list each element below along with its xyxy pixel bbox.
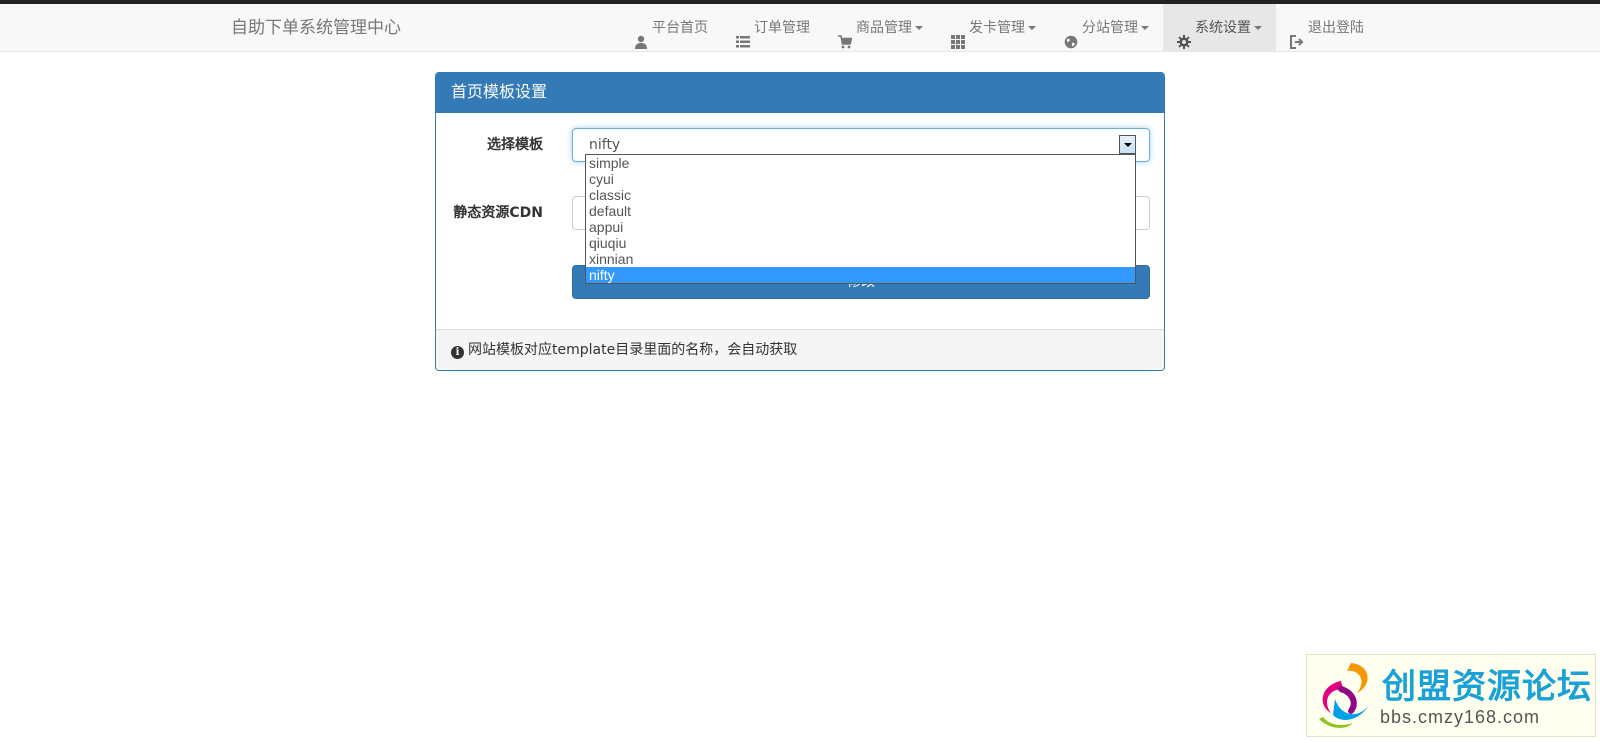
nav-item-home[interactable]: 平台首页 <box>620 4 722 52</box>
globe-icon <box>1064 21 1078 49</box>
nav-item-orders[interactable]: 订单管理 <box>722 4 824 52</box>
nav-item-settings[interactable]: 系统设置 <box>1163 4 1276 52</box>
template-label: 选择模板 <box>487 137 543 153</box>
watermark-logo-icon <box>1319 663 1369 728</box>
brand-title[interactable]: 自助下单系统管理中心 <box>231 4 401 52</box>
panel-footer: i 网站模板对应template目录里面的名称，会自动获取 <box>436 329 1164 370</box>
chevron-down-icon <box>1141 26 1149 30</box>
info-icon: i <box>451 346 464 359</box>
nav-menu: 平台首页 订单管理 商品管理 发卡管理 分站管理 系统设置 退出登陆 <box>620 4 1378 52</box>
watermark-title: 创盟资源论坛 <box>1382 667 1592 707</box>
list-icon <box>736 21 750 48</box>
logout-icon <box>1290 21 1304 49</box>
nav-item-substations[interactable]: 分站管理 <box>1050 4 1163 52</box>
footer-note: 网站模板对应template目录里面的名称，会自动获取 <box>468 342 798 358</box>
navbar: 自助下单系统管理中心 平台首页 订单管理 商品管理 发卡管理 分站管理 系统设置… <box>0 4 1600 52</box>
dropdown-option-selected[interactable]: nifty <box>586 267 1135 283</box>
template-select-value: nifty <box>589 137 621 153</box>
dropdown-option[interactable]: qiuqiu <box>586 235 1135 251</box>
nav-item-label: 发卡管理 <box>969 20 1025 36</box>
user-icon <box>634 21 648 49</box>
panel-title: 首页模板设置 <box>436 73 1164 113</box>
nav-item-products[interactable]: 商品管理 <box>824 4 937 52</box>
template-dropdown-list: simple cyui classic default appui qiuqiu… <box>585 154 1136 284</box>
chevron-down-icon <box>915 26 923 30</box>
nav-item-label: 平台首页 <box>652 20 708 36</box>
gear-icon <box>1177 21 1191 49</box>
grid-icon <box>951 21 965 49</box>
nav-item-logout[interactable]: 退出登陆 <box>1276 4 1378 52</box>
chevron-down-icon <box>1028 26 1036 30</box>
dropdown-option[interactable]: simple <box>586 155 1135 171</box>
nav-item-cards[interactable]: 发卡管理 <box>937 4 1050 52</box>
dropdown-option[interactable]: appui <box>586 219 1135 235</box>
dropdown-option[interactable]: default <box>586 203 1135 219</box>
dropdown-option[interactable]: xinnian <box>586 251 1135 267</box>
cart-icon <box>838 21 853 49</box>
nav-item-label: 订单管理 <box>754 20 810 36</box>
chevron-down-icon[interactable] <box>1119 135 1136 154</box>
dropdown-option[interactable]: cyui <box>586 171 1135 187</box>
watermark-banner: 创盟资源论坛 bbs.cmzy168.com <box>1306 654 1596 737</box>
nav-item-label: 分站管理 <box>1082 20 1138 36</box>
nav-item-label: 商品管理 <box>856 20 912 36</box>
dropdown-option[interactable]: classic <box>586 187 1135 203</box>
nav-item-label: 退出登陆 <box>1308 20 1364 36</box>
nav-item-label: 系统设置 <box>1195 20 1251 36</box>
cdn-label: 静态资源CDN <box>453 205 543 221</box>
watermark-url: bbs.cmzy168.com <box>1380 707 1541 727</box>
chevron-down-icon <box>1254 26 1262 30</box>
